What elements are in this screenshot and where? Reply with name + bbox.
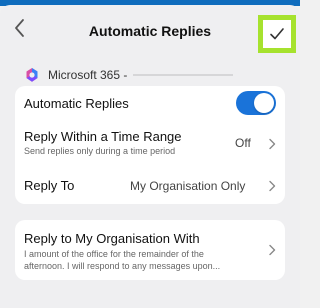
preview-line: I amount of the office for the remainder…	[24, 249, 204, 259]
toggle-knob	[254, 93, 274, 113]
chevron-left-icon	[15, 19, 24, 37]
chevron-right-icon	[269, 180, 276, 192]
microsoft-365-logo	[26, 68, 38, 82]
automatic-replies-row: Automatic Replies	[15, 86, 285, 120]
automatic-replies-toggle[interactable]	[236, 91, 276, 115]
reply-org-label: Reply to My Organisation With	[24, 231, 200, 246]
reply-organisation-card[interactable]: Reply to My Organisation With I amount o…	[15, 220, 285, 280]
reply-to-value: My Organisation Only	[130, 179, 246, 193]
automatic-replies-label: Automatic Replies	[24, 96, 129, 111]
chevron-right-icon	[269, 244, 276, 256]
reply-to-label: Reply To	[24, 178, 75, 193]
reply-org-message-preview: I amount of the office for the remainder…	[24, 248, 260, 272]
time-range-value: Off	[235, 136, 251, 150]
back-button[interactable]	[10, 17, 30, 39]
time-range-row[interactable]: Reply Within a Time Range Send replies o…	[15, 124, 285, 164]
page-title: Automatic Replies	[88, 23, 212, 39]
reply-to-row[interactable]: Reply To My Organisation Only	[15, 168, 285, 202]
time-range-label: Reply Within a Time Range	[24, 129, 182, 144]
account-name: Microsoft 365 -	[48, 68, 128, 82]
checkmark-icon	[270, 28, 284, 40]
settings-card: Automatic Replies Reply Within a Time Ra…	[15, 86, 285, 204]
time-range-sublabel: Send replies only during a time period	[24, 146, 176, 156]
account-email-redacted	[133, 74, 234, 76]
account-header: Microsoft 365 -	[24, 66, 234, 84]
preview-line: afternoon. I will respond to any message…	[24, 261, 221, 271]
chevron-right-icon	[269, 138, 276, 150]
navigation-bar: Automatic Replies	[0, 5, 300, 53]
confirm-button-inner	[263, 20, 291, 48]
confirm-button[interactable]	[258, 15, 296, 53]
